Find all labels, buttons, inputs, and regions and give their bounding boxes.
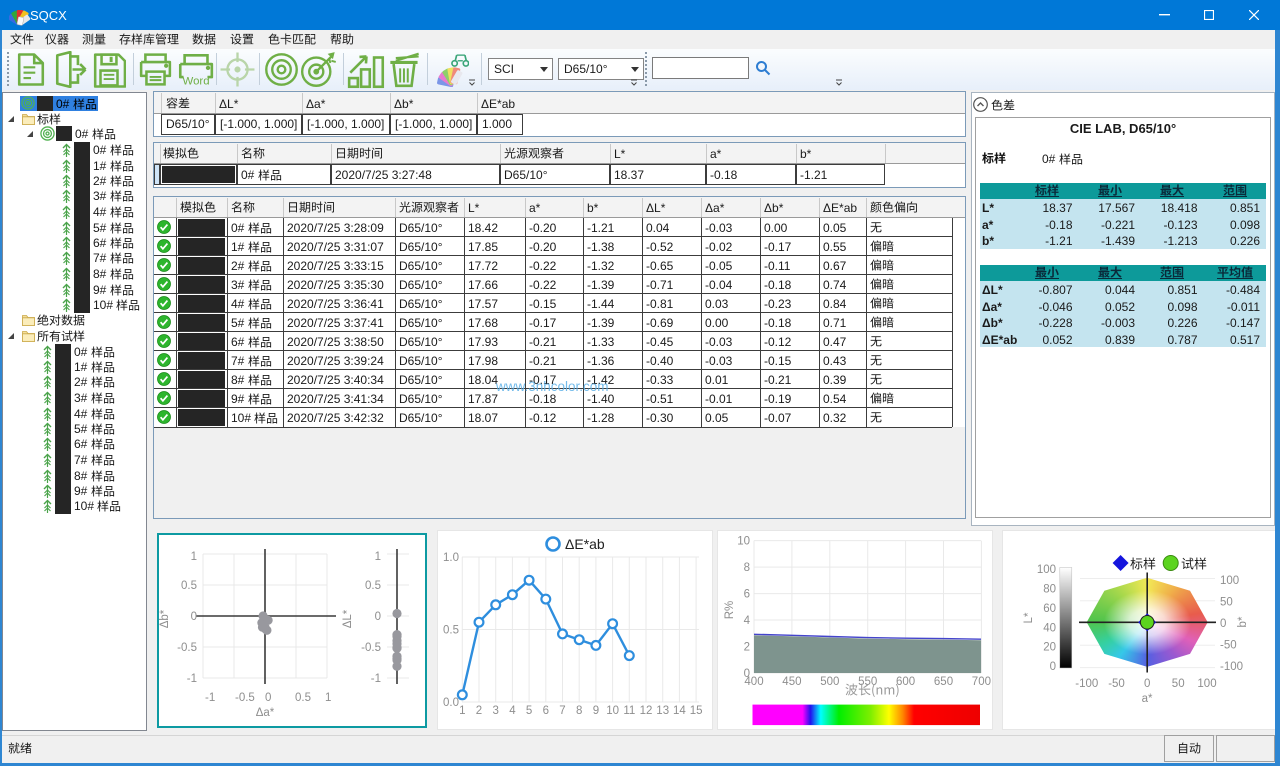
svg-text:8: 8 xyxy=(576,705,582,717)
svg-text:0.5: 0.5 xyxy=(365,580,381,592)
svg-text:ΔE*ab: ΔE*ab xyxy=(565,536,605,552)
svg-text:-0.5: -0.5 xyxy=(361,642,381,654)
svg-text:4: 4 xyxy=(509,705,516,717)
svg-text:20: 20 xyxy=(1043,642,1056,654)
svg-text:600: 600 xyxy=(896,676,915,688)
svg-text:550: 550 xyxy=(858,676,877,688)
svg-text:0.0: 0.0 xyxy=(443,697,459,709)
svg-text:450: 450 xyxy=(782,676,801,688)
svg-text:80: 80 xyxy=(1043,583,1056,595)
svg-text:1.0: 1.0 xyxy=(443,552,459,564)
svg-text:3: 3 xyxy=(492,705,498,717)
svg-text:-0.5: -0.5 xyxy=(235,692,255,704)
svg-text:Δa*: Δa* xyxy=(256,707,275,719)
svg-text:650: 650 xyxy=(934,676,953,688)
svg-text:b*: b* xyxy=(1237,616,1249,627)
svg-text:a*: a* xyxy=(1142,693,1153,705)
svg-text:1: 1 xyxy=(325,692,331,704)
svg-text:-100: -100 xyxy=(1075,678,1098,690)
svg-text:0: 0 xyxy=(1220,618,1226,630)
svg-text:0: 0 xyxy=(375,611,381,623)
svg-text:500: 500 xyxy=(820,676,839,688)
svg-text:-0.5: -0.5 xyxy=(177,642,197,654)
svg-text:-1: -1 xyxy=(205,692,215,704)
svg-text:14: 14 xyxy=(673,705,686,717)
svg-text:Word: Word xyxy=(183,76,210,88)
svg-text:-1: -1 xyxy=(187,673,197,685)
svg-text:0: 0 xyxy=(191,611,197,623)
svg-text:100: 100 xyxy=(1037,564,1056,576)
svg-text:10: 10 xyxy=(737,536,750,548)
svg-text:100: 100 xyxy=(1197,678,1216,690)
svg-text:15: 15 xyxy=(690,705,703,717)
svg-text:6: 6 xyxy=(543,705,549,717)
svg-text:10: 10 xyxy=(606,705,619,717)
svg-text:100: 100 xyxy=(1220,575,1239,587)
svg-text:ΔL*: ΔL* xyxy=(342,609,354,628)
svg-text:0.5: 0.5 xyxy=(181,580,197,592)
svg-text:1: 1 xyxy=(375,551,381,563)
svg-text:-50: -50 xyxy=(1220,640,1237,652)
svg-text:6: 6 xyxy=(744,589,750,601)
svg-text:9: 9 xyxy=(593,705,599,717)
svg-text:8: 8 xyxy=(744,562,750,574)
svg-text:Δb*: Δb* xyxy=(159,609,171,628)
svg-text:-100: -100 xyxy=(1220,661,1243,673)
svg-text:0.5: 0.5 xyxy=(443,625,459,637)
svg-text:12: 12 xyxy=(640,705,653,717)
svg-text:5: 5 xyxy=(526,705,532,717)
svg-text:2: 2 xyxy=(744,642,750,654)
svg-text:0: 0 xyxy=(265,692,271,704)
svg-text:50: 50 xyxy=(1220,596,1233,608)
svg-text:4: 4 xyxy=(744,615,751,627)
svg-text:0.5: 0.5 xyxy=(295,692,311,704)
svg-text:0: 0 xyxy=(1050,661,1056,673)
svg-text:1: 1 xyxy=(459,705,465,717)
svg-text:50: 50 xyxy=(1172,678,1185,690)
svg-text:40: 40 xyxy=(1043,622,1056,634)
svg-text:400: 400 xyxy=(744,676,763,688)
svg-text:700: 700 xyxy=(972,676,991,688)
svg-text:60: 60 xyxy=(1043,603,1056,615)
svg-text:2: 2 xyxy=(476,705,482,717)
svg-text:7: 7 xyxy=(559,705,565,717)
svg-text:-50: -50 xyxy=(1108,678,1125,690)
svg-text:11: 11 xyxy=(623,705,635,717)
svg-text:1: 1 xyxy=(191,551,197,563)
svg-text:-1: -1 xyxy=(371,673,381,685)
svg-text:13: 13 xyxy=(656,705,669,717)
svg-text:L*: L* xyxy=(1023,612,1035,623)
svg-text:0: 0 xyxy=(1144,678,1150,690)
svg-text:R%: R% xyxy=(724,601,736,620)
